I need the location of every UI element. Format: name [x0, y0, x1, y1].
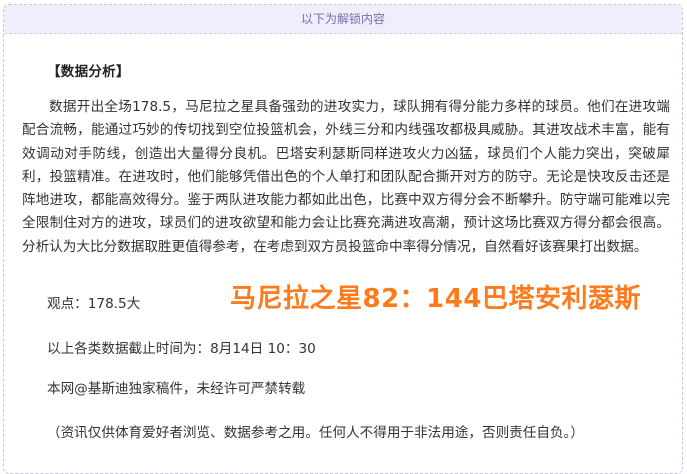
analysis-paragraph: 数据开出全场178.5，马尼拉之星具备强劲的进攻实力，球队拥有得分能力多样的球员… — [22, 99, 670, 255]
disclaimer-text: （资讯仅供体育爱好者浏览、数据参考之用。任何人不得用于非法用途，否则责任自负。） — [47, 425, 584, 441]
section-title: 【数据分析】 — [47, 64, 130, 80]
score-prediction: 马尼拉之星82：144巴塔安利瑟斯 — [230, 284, 641, 314]
unlock-banner: 以下为解锁内容 — [4, 5, 682, 34]
copyright-notice: 本网@基斯迪独家稿件，未经许可严禁转载 — [47, 381, 306, 397]
data-cutoff-time: 以上各类数据截止时间为：8月14日 10：30 — [47, 341, 316, 357]
viewpoint-text: 观点：178.5大 — [47, 296, 141, 312]
